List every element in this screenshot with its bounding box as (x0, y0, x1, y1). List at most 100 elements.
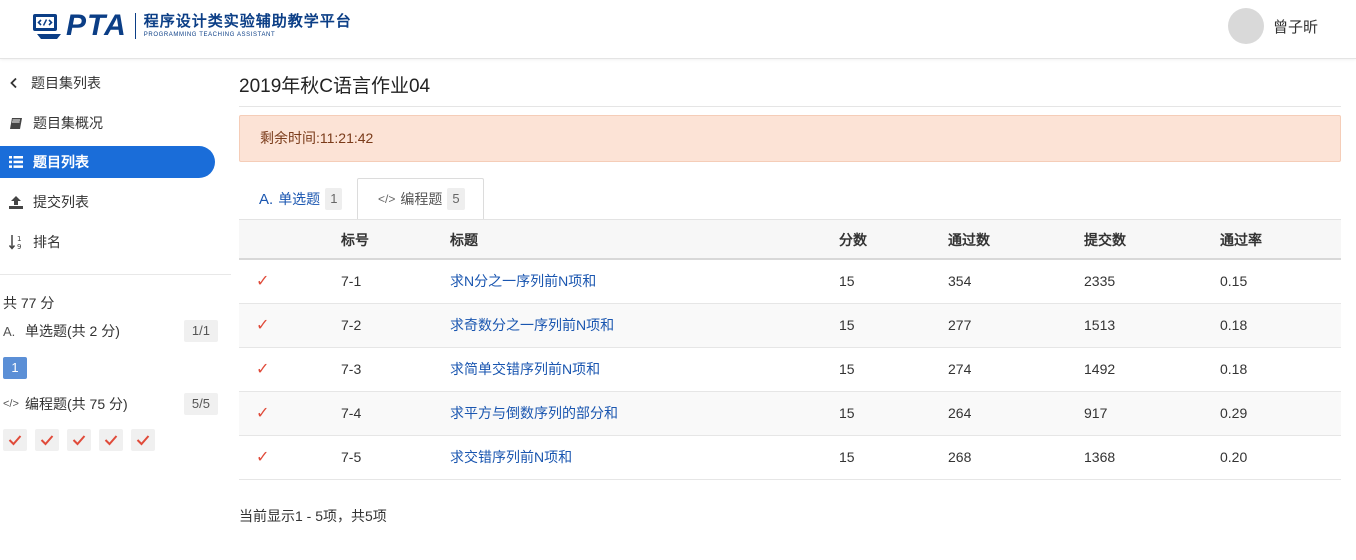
category-single-choice: A. 单选题(共 2 分) 1/1 (3, 320, 218, 342)
page-title: 2019年秋C语言作业04 (239, 76, 431, 97)
table-row: ✓ 7-4 求平方与倒数序列的部分和 15 264 917 0.29 (239, 392, 1341, 436)
problem-passed: 274 (948, 361, 972, 377)
problem-pass-rate: 0.29 (1220, 405, 1248, 421)
sidebar-item-label: 题目集概况 (33, 115, 103, 131)
problem-score: 15 (839, 449, 855, 465)
programming-problem-button[interactable] (3, 429, 27, 451)
logo-text-block: 程序设计类实验辅助教学平台 PROGRAMMING TEACHING ASSIS… (144, 13, 352, 39)
tab-label: 编程题 (400, 191, 443, 207)
table-row: ✓ 7-3 求简单交错序列前N项和 15 274 1492 0.18 (239, 348, 1341, 392)
column-header-submitted[interactable]: 提交数 (1084, 220, 1126, 260)
upload-icon (8, 195, 24, 209)
check-icon (72, 435, 86, 446)
problem-pass-rate: 0.18 (1220, 317, 1248, 333)
option-a-icon: A. (259, 190, 274, 208)
code-icon: </> (3, 398, 19, 410)
check-icon (136, 435, 150, 446)
check-icon (40, 435, 54, 446)
sidebar-item-overview[interactable]: 题目集概况 (0, 107, 215, 139)
problem-score: 15 (839, 273, 855, 289)
problem-id: 7-2 (341, 317, 362, 333)
tab-label: 单选题 (278, 191, 321, 207)
problem-id: 7-4 (341, 405, 362, 421)
time-remaining-alert: 剩余时间:11:21:42 (239, 115, 1341, 162)
sidebar-item-label: 题目列表 (33, 154, 89, 170)
table-header: 标号 标题 分数 通过数 提交数 通过率 (239, 219, 1341, 260)
category-count: 1/1 (183, 320, 218, 342)
total-score: 共 77 分 (3, 295, 55, 311)
tab-count-badge: 1 (325, 188, 343, 210)
programming-problem-button[interactable] (99, 429, 123, 451)
solved-check-icon: ✓ (256, 449, 270, 466)
problem-score: 15 (839, 317, 855, 333)
tab-single-choice[interactable]: A. 单选题 1 (259, 178, 343, 220)
code-monitor-icon (32, 12, 62, 40)
problem-title-link[interactable]: 求奇数分之一序列前N项和 (450, 304, 614, 347)
sidebar-item-ranking[interactable]: 19 排名 (0, 226, 215, 258)
problem-passed: 354 (948, 273, 972, 289)
category-label: 单选题(共 2 分) (25, 323, 120, 339)
sidebar-item-label: 题目集列表 (31, 75, 101, 91)
table-row: ✓ 7-5 求交错序列前N项和 15 268 1368 0.20 (239, 436, 1341, 480)
sidebar-item-label: 提交列表 (33, 194, 89, 210)
top-header: PTA 程序设计类实验辅助教学平台 PROGRAMMING TEACHING A… (0, 0, 1356, 59)
programming-problem-button[interactable] (35, 429, 59, 451)
problem-pass-rate: 0.15 (1220, 273, 1248, 289)
sidebar-item-submissions[interactable]: 提交列表 (0, 186, 215, 218)
svg-text:1: 1 (17, 235, 21, 243)
problem-type-tabs: A. 单选题 1 </> 编程题 5 (239, 178, 1341, 220)
option-a-icon: A. (3, 323, 16, 339)
problem-score: 15 (839, 405, 855, 421)
user-menu[interactable]: 曾子昕 (1227, 8, 1318, 44)
title-divider (239, 106, 1341, 107)
problem-passed: 268 (948, 449, 972, 465)
column-header-score[interactable]: 分数 (839, 220, 867, 260)
check-icon (104, 435, 118, 446)
problem-table: 标号 标题 分数 通过数 提交数 通过率 ✓ 7-1 求N分之一序列前N项和 1… (239, 219, 1341, 480)
programming-problem-button[interactable] (67, 429, 91, 451)
logo-subtitle: PROGRAMMING TEACHING ASSISTANT (143, 32, 276, 38)
column-header-passed[interactable]: 通过数 (948, 220, 990, 260)
solved-check-icon: ✓ (256, 361, 270, 378)
column-header-pass-rate[interactable]: 通过率 (1220, 220, 1262, 260)
problem-passed: 264 (948, 405, 972, 421)
pagination-info: 当前显示1 - 5项，共5项 (239, 508, 387, 524)
problem-submitted: 2335 (1084, 273, 1116, 289)
problem-score: 15 (839, 361, 855, 377)
list-icon (8, 156, 24, 168)
category-label: 编程题(共 75 分) (25, 396, 128, 412)
solved-check-icon: ✓ (256, 273, 270, 290)
user-name: 曾子昕 (1272, 18, 1318, 36)
problem-title-link[interactable]: 求N分之一序列前N项和 (450, 260, 596, 303)
problem-passed: 277 (948, 317, 972, 333)
column-header-title[interactable]: 标题 (450, 220, 478, 260)
avatar[interactable] (1227, 8, 1264, 44)
sidebar: 题目集列表 题目集概况 题目列表 提交列表 19 排名 共 77 分 A. 单选… (0, 60, 231, 560)
problem-submitted: 1492 (1084, 361, 1116, 377)
svg-text:9: 9 (17, 243, 21, 250)
logo-divider (134, 13, 136, 39)
programming-problem-button[interactable] (131, 429, 155, 451)
problem-title-link[interactable]: 求交错序列前N项和 (450, 436, 572, 479)
problem-title-link[interactable]: 求简单交错序列前N项和 (450, 348, 600, 391)
category-count: 5/5 (183, 393, 218, 415)
problem-submitted: 1368 (1084, 449, 1116, 465)
sidebar-item-problem-list[interactable]: 题目列表 (0, 146, 215, 178)
sort-numeric-icon: 19 (8, 234, 24, 250)
column-header-id[interactable]: 标号 (341, 220, 369, 260)
tab-programming[interactable]: </> 编程题 5 (357, 178, 484, 220)
sidebar-item-label: 排名 (33, 234, 61, 250)
sidebar-divider (0, 274, 231, 275)
tab-count-badge: 5 (447, 188, 465, 210)
pta-logo[interactable]: PTA 程序设计类实验辅助教学平台 PROGRAMMING TEACHING A… (32, 10, 352, 42)
check-icon (8, 435, 22, 446)
problem-title-link[interactable]: 求平方与倒数序列的部分和 (450, 392, 618, 435)
sidebar-item-problem-sets[interactable]: 题目集列表 (0, 67, 215, 99)
category-programming: </> 编程题(共 75 分) 5/5 (3, 393, 218, 415)
book-icon (8, 117, 24, 130)
table-row: ✓ 7-2 求奇数分之一序列前N项和 15 277 1513 0.18 (239, 304, 1341, 348)
chevron-left-icon (6, 77, 22, 89)
problem-id: 7-5 (341, 449, 362, 465)
single-choice-number-button[interactable]: 1 (3, 357, 27, 379)
solved-check-icon: ✓ (256, 317, 270, 334)
